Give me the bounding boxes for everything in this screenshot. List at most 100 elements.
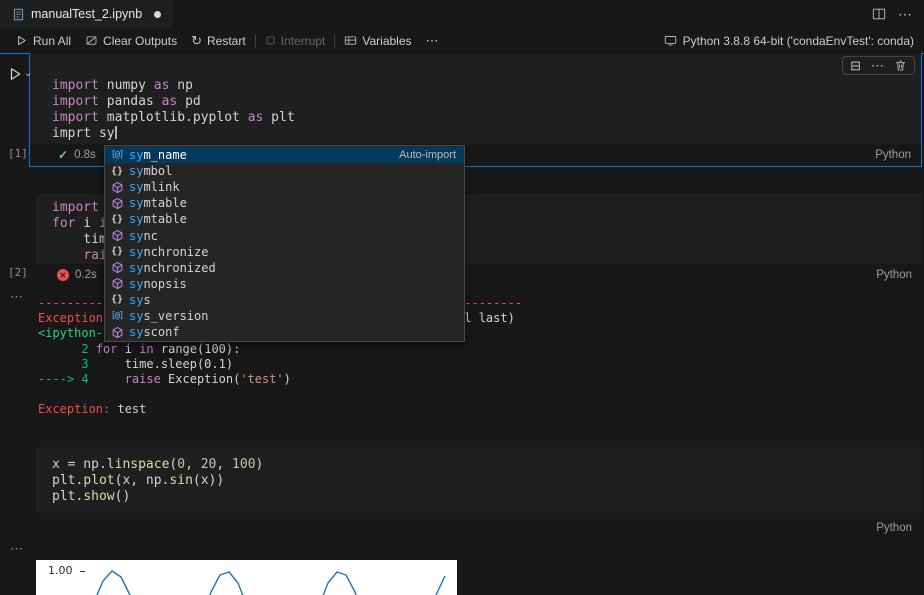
split-editor-icon[interactable]: [872, 7, 886, 21]
symbol-module-icon: {}: [109, 294, 125, 305]
notebook-toolbar: Run All Clear Outputs ↻ Restart Interrup…: [0, 28, 924, 53]
suggest-label: symbol: [129, 164, 172, 178]
suggest-item-sysconf[interactable]: sysconf: [105, 324, 464, 340]
suggest-item-symlink[interactable]: symlink: [105, 179, 464, 195]
code-token: i: [118, 342, 140, 356]
code-token: import: [52, 110, 99, 125]
symbol-variable-icon: [@]: [109, 311, 125, 321]
tab-manualtest2[interactable]: manualTest_2.ipynb: [0, 0, 173, 28]
code-token: [89, 342, 96, 356]
variables-button[interactable]: Variables: [337, 34, 418, 48]
code-token: import: [52, 94, 99, 109]
split-cell-icon[interactable]: ⊟: [850, 59, 861, 72]
code-token: plt: [263, 110, 294, 125]
cell1-language[interactable]: Python: [875, 149, 911, 161]
cell-more-icon[interactable]: ⋯: [871, 59, 884, 72]
code-line: plt.plot(x, np.sin(x)): [52, 473, 922, 489]
chevron-down-icon: ⌄: [24, 69, 32, 79]
code-line: 3 time.sleep(0.1): [38, 357, 908, 372]
code-token: x = np.: [52, 457, 107, 472]
toolbar-divider: [255, 34, 256, 48]
suggest-label: symtable: [129, 212, 187, 226]
suggest-item-sync[interactable]: sync: [105, 227, 464, 243]
code-token: time.sleep(0.1): [89, 357, 234, 371]
suggest-item-sys[interactable]: {}sys: [105, 292, 464, 308]
suggest-label: synchronize: [129, 245, 208, 259]
symbol-method-icon: [109, 277, 125, 290]
symbol-method-icon: [109, 181, 125, 194]
cell1-editor[interactable]: import numpy as npimport pandas as pdimp…: [30, 54, 921, 144]
cell2-language[interactable]: Python: [876, 269, 912, 281]
code-token: for: [96, 342, 118, 356]
code-token: matplotlib.pyplot: [99, 110, 248, 125]
variables-icon: [344, 34, 357, 47]
run-cell-button[interactable]: ⌄: [7, 66, 32, 82]
cell2-execution-count: [2]: [8, 266, 28, 279]
cell1-toolbar: ⊟ ⋯: [842, 56, 915, 75]
cell3-editor[interactable]: x = np.linspace(0, 20, 100)plt.plot(x, n…: [36, 447, 922, 513]
interrupt-button[interactable]: Interrupt: [258, 34, 333, 48]
code-token: imprt sy: [52, 126, 115, 141]
delete-cell-icon[interactable]: [894, 59, 907, 72]
code-token: [115, 126, 117, 139]
code-token: ----> 4: [38, 372, 89, 386]
code-token: import: [52, 78, 99, 93]
code-line: [38, 387, 908, 402]
cell3-language[interactable]: Python: [876, 522, 912, 534]
sine-curve: [36, 560, 457, 595]
restart-label: Restart: [207, 34, 246, 48]
output-more-button[interactable]: ⋯: [10, 541, 24, 557]
suggest-item-sys_version[interactable]: [@]sys_version: [105, 308, 464, 324]
suggest-item-symtable[interactable]: {}symtable: [105, 211, 464, 227]
interrupt-label: Interrupt: [281, 34, 326, 48]
code-token: as: [248, 110, 264, 125]
symbol-method-icon: [109, 229, 125, 242]
success-icon: ✓: [58, 148, 68, 162]
clear-outputs-icon: [85, 34, 98, 47]
code-token: pandas: [99, 94, 162, 109]
code-token: (x)): [193, 473, 224, 488]
code-token: as: [154, 78, 170, 93]
editor-actions: ⋯: [872, 0, 924, 28]
restart-button[interactable]: ↻ Restart: [184, 34, 253, 48]
code-token: pd: [177, 94, 200, 109]
y-axis-tick-label: 1.00: [48, 564, 73, 577]
cell1-execution-count: [1]: [8, 147, 28, 160]
code-token: i: [75, 216, 98, 231]
suggest-item-synopsis[interactable]: synopsis: [105, 276, 464, 292]
tab-title: manualTest_2.ipynb: [31, 7, 142, 21]
clear-outputs-label: Clear Outputs: [103, 34, 177, 48]
code-token: 'test': [240, 372, 283, 386]
code-token: (): [115, 489, 131, 504]
plot-output: 1.00: [36, 560, 457, 595]
code-token: ,: [216, 457, 232, 472]
code-token: <ipython-i: [38, 326, 110, 340]
code-token: as: [162, 94, 178, 109]
suggest-item-synchronize[interactable]: {}synchronize: [105, 244, 464, 260]
suggest-item-sym_name[interactable]: [@]sym_nameAuto-import: [105, 147, 464, 163]
cell3-statusbar: Python: [29, 517, 922, 539]
toolbar-more-button[interactable]: ⋯: [419, 34, 446, 47]
output-more-button[interactable]: ⋯: [10, 289, 24, 305]
code-line: Exception: test: [38, 402, 908, 417]
code-token: Exception(: [161, 372, 240, 386]
suggest-item-symtable[interactable]: symtable: [105, 195, 464, 211]
code-token: range(100):: [154, 342, 241, 356]
clear-outputs-button[interactable]: Clear Outputs: [78, 34, 184, 48]
run-all-button[interactable]: Run All: [8, 34, 78, 48]
suggest-item-synchronized[interactable]: synchronized: [105, 260, 464, 276]
suggest-label: sym_name: [129, 148, 187, 162]
cell2-duration: 0.2s: [75, 269, 97, 281]
kernel-picker[interactable]: Python 3.8.8 64-bit ('condaEnvTest': con…: [664, 34, 924, 48]
code-token: import: [52, 200, 99, 215]
code-token: raise: [125, 372, 161, 386]
notebook-file-icon: [12, 8, 25, 21]
code-token: plt.: [52, 473, 83, 488]
suggest-item-symbol[interactable]: {}symbol: [105, 163, 464, 179]
editor-more-icon[interactable]: ⋯: [898, 7, 912, 21]
suggest-label: symtable: [129, 196, 187, 210]
modified-dot-icon[interactable]: [154, 11, 161, 18]
code-token: plt.: [52, 489, 83, 504]
suggest-label: sync: [129, 229, 158, 243]
code-token: ): [256, 457, 264, 472]
